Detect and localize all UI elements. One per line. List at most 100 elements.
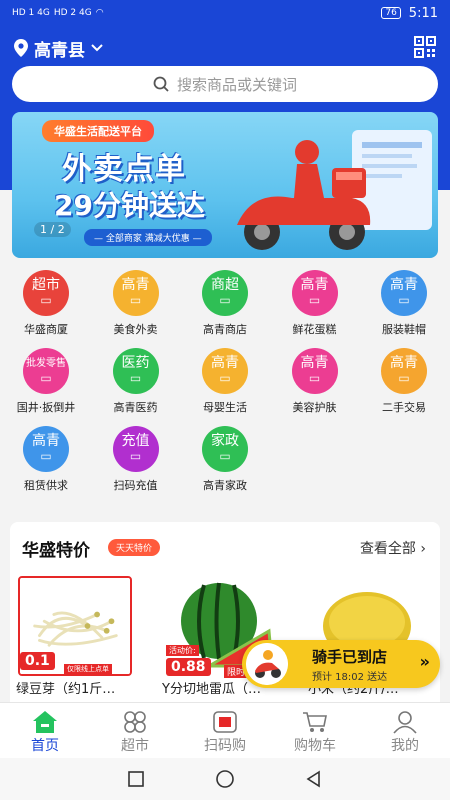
category-icon: 高青 ▭: [381, 270, 427, 316]
banner-platform-label: 华盛生活配送平台: [42, 120, 154, 142]
category-label: 美食外卖: [113, 323, 158, 336]
signal-indicators: HD 1 4G HD 2 4G ◠: [12, 8, 104, 18]
tab-cart[interactable]: 购物车: [270, 703, 360, 758]
view-all-link[interactable]: 查看全部 ›: [360, 538, 426, 558]
category-glyph-icon: ▭: [40, 293, 52, 307]
expand-arrow-icon: »: [419, 652, 430, 671]
bottom-tab-bar: 首页 超市 扫码购 购物车 我的: [0, 702, 450, 758]
promo-banner[interactable]: 华盛生活配送平台 外卖点单 29分钟送达 — 全部商家 满减大优惠 — 1 / …: [12, 112, 438, 258]
category-item[interactable]: 充值 ▭ 扫码充值: [91, 426, 181, 506]
category-label: 扫码充值: [113, 479, 158, 492]
tab-supermarket[interactable]: 超市: [90, 703, 180, 758]
search-placeholder: 搜索商品或关键词: [176, 75, 297, 94]
category-label: 服装鞋帽: [382, 323, 426, 336]
category-icon: 高青 ▭: [112, 270, 159, 316]
product-price: 0.1: [20, 652, 55, 670]
banner-headline-2: 29分钟送达: [54, 189, 205, 222]
category-item[interactable]: 高青 ▭ 母婴生活: [180, 348, 270, 428]
product-price: 0.88: [166, 658, 211, 676]
recents-icon[interactable]: [127, 770, 145, 788]
category-glyph-icon: ▭: [308, 371, 321, 385]
category-label: 鲜花蛋糕: [292, 323, 337, 336]
category-item[interactable]: 高青 ▭ 二手交易: [359, 348, 449, 428]
category-icon: 批发零售 ▭: [23, 348, 69, 394]
rider-avatar-icon: [246, 643, 288, 685]
tab-label: 超市: [121, 738, 149, 754]
search-icon: [153, 76, 169, 92]
category-icon: 高青 ▭: [23, 426, 69, 472]
location-selector[interactable]: 高青县: [14, 34, 103, 62]
rider-status: 骑手已到店: [312, 648, 388, 666]
rider-eta: 预计 18:02 送达: [312, 672, 388, 683]
category-icon: 医药 ▭: [112, 348, 159, 394]
tab-label: 购物车: [294, 738, 336, 754]
category-glyph-icon: ▭: [40, 371, 52, 385]
category-icon-text: 高青: [121, 277, 150, 293]
battery-icon: 76: [381, 7, 401, 19]
category-icon-text: 高青: [390, 277, 418, 293]
wifi-icon: ◠: [95, 8, 104, 18]
banner-promo: — 全部商家 满减大优惠 —: [84, 229, 212, 246]
home-icon: [33, 711, 57, 733]
product-name: 绿豆芽（约1斤…: [16, 682, 116, 694]
clock: 5:11: [408, 5, 438, 21]
category-icon-text: 高青: [32, 433, 60, 449]
category-icon: 高青 ▭: [291, 348, 338, 394]
tab-scan-buy[interactable]: 扫码购: [180, 703, 270, 758]
category-glyph-icon: ▭: [40, 449, 52, 463]
back-icon[interactable]: [305, 770, 323, 788]
category-glyph-icon: ▭: [219, 449, 231, 463]
system-navigation-bar: [0, 758, 450, 800]
category-glyph-icon: ▭: [129, 371, 142, 385]
price-label: 活动价:: [166, 645, 199, 656]
category-glyph-icon: ▭: [308, 293, 321, 307]
tab-profile[interactable]: 我的: [360, 703, 450, 758]
category-icon-text: 高青: [211, 355, 239, 371]
cart-icon: [303, 712, 327, 732]
status-bar: HD 1 4G HD 2 4G ◠ 76 5:11: [0, 0, 450, 26]
category-glyph-icon: ▭: [398, 371, 410, 385]
category-item[interactable]: 高青 ▭ 鲜花蛋糕: [270, 270, 360, 350]
category-label: 高青商店: [203, 323, 247, 336]
grid-flower-icon: [124, 711, 146, 733]
category-icon-text: 批发零售: [26, 358, 66, 369]
category-icon-text: 高青: [390, 355, 418, 371]
rider-status-popup[interactable]: 骑手已到店 预计 18:02 送达 »: [242, 640, 440, 688]
category-glyph-icon: ▭: [398, 293, 410, 307]
category-icon: 充值 ▭: [112, 426, 159, 472]
tab-home[interactable]: 首页: [0, 703, 90, 758]
search-input[interactable]: 搜索商品或关键词: [12, 66, 438, 102]
product-card[interactable]: 0.1 仅限线上点单 绿豆芽（约1斤…: [16, 574, 134, 694]
category-icon-text: 高青: [300, 277, 329, 293]
category-item[interactable]: 医药 ▭ 高青医药: [91, 348, 181, 428]
app-screen: HD 1 4G HD 2 4G ◠ 76 5:11 高青县 搜索商品或关键词 华…: [0, 0, 450, 800]
tab-label: 扫码购: [204, 738, 246, 754]
category-item[interactable]: 批发零售 ▭ 国井·扳倒井: [1, 348, 91, 428]
category-item[interactable]: 高青 ▭ 美容护肤: [270, 348, 360, 428]
category-icon: 家政 ▭: [202, 426, 248, 472]
category-icon: 高青 ▭: [202, 348, 248, 394]
category-item[interactable]: 高青 ▭ 服装鞋帽: [359, 270, 449, 350]
user-icon: [393, 711, 417, 734]
chevron-down-icon: [91, 44, 103, 52]
category-icon-text: 家政: [211, 433, 239, 449]
category-glyph-icon: ▭: [129, 449, 142, 463]
category-icon-text: 充值: [121, 433, 150, 449]
category-glyph-icon: ▭: [129, 293, 142, 307]
signal-2: HD 2 4G: [53, 8, 92, 18]
category-glyph-icon: ▭: [219, 293, 231, 307]
category-icon-text: 高青: [300, 355, 329, 371]
category-icon: 超市 ▭: [23, 270, 69, 316]
category-item[interactable]: 高青 ▭ 租赁供求: [1, 426, 91, 506]
scan-qr-icon[interactable]: [414, 36, 436, 58]
signal-1: HD 1 4G: [12, 8, 50, 18]
category-item[interactable]: 超市 ▭ 华盛商厦: [1, 270, 91, 350]
category-item[interactable]: 商超 ▭ 高青商店: [180, 270, 270, 350]
category-item[interactable]: 家政 ▭ 高青家政: [180, 426, 270, 506]
home-circle-icon[interactable]: [215, 769, 235, 789]
category-icon: 高青 ▭: [291, 270, 338, 316]
category-icon-text: 商超: [211, 277, 239, 293]
category-item[interactable]: 高青 ▭ 美食外卖: [91, 270, 181, 350]
daily-deal-badge: 天天特价: [108, 539, 161, 556]
category-icon-text: 医药: [121, 355, 150, 371]
